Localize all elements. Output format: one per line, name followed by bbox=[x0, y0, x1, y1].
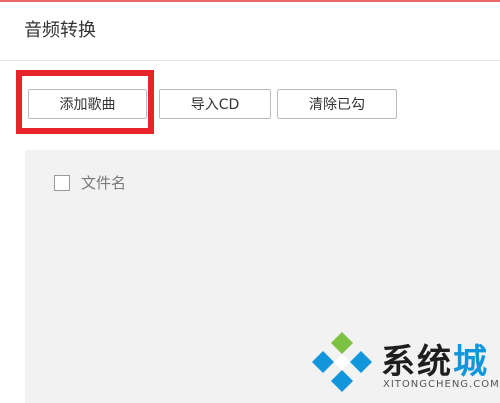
top-accent-bar bbox=[0, 0, 500, 2]
import-cd-button[interactable]: 导入CD bbox=[159, 89, 271, 119]
file-list-header: 文件名 bbox=[54, 172, 126, 193]
watermark: 系统城 XITONGCHENG.COM bbox=[305, 330, 500, 403]
select-all-checkbox[interactable] bbox=[54, 174, 70, 191]
add-song-button[interactable]: 添加歌曲 bbox=[28, 89, 147, 119]
watermark-brand: 系统城 bbox=[381, 334, 489, 383]
clear-checked-button[interactable]: 清除已勾 bbox=[277, 89, 397, 119]
watermark-accent-text: 城 bbox=[453, 342, 489, 382]
filename-column-header: 文件名 bbox=[81, 174, 127, 192]
title-divider bbox=[0, 60, 500, 61]
audio-convert-window: 音频转换 添加歌曲 导入CD 清除已勾 文件名 系统城 XITONGCHENG.… bbox=[0, 0, 500, 403]
window-title: 音频转换 bbox=[24, 20, 96, 41]
watermark-subtitle: XITONGCHENG.COM bbox=[383, 379, 500, 390]
diamond-logo-icon bbox=[312, 332, 372, 392]
watermark-main-text: 系统 bbox=[381, 342, 453, 382]
